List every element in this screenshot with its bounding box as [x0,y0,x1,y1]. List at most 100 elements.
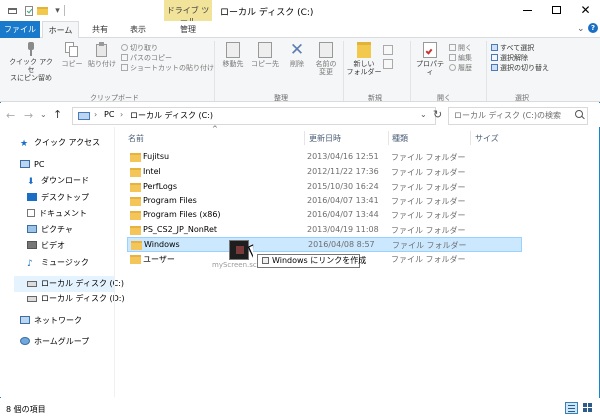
tab-manage[interactable]: 管理 [166,21,210,38]
pin-icon [26,42,36,56]
paste-icon [95,42,109,58]
picture-icon [27,225,37,233]
ribbon-expand-icon[interactable]: ⌄ [577,24,585,34]
edit-icon [449,54,456,61]
select-all-label: すべて選択 [500,44,535,52]
copy-to-button[interactable]: コピー先 [250,42,280,68]
properties-button[interactable]: プロパティ [414,42,446,76]
nav-item-pc[interactable]: PC [20,157,44,173]
column-header-name[interactable]: 名前 [128,133,144,144]
address-bar[interactable] [72,107,436,125]
folder-icon [130,183,141,192]
file-name: Fujitsu [143,152,170,161]
properties-quick-icon[interactable] [6,4,19,17]
tab-share[interactable]: 共有 [82,21,118,38]
file-date: 2012/11/22 17:36 [307,167,379,176]
nav-label: デスクトップ [41,193,89,202]
details-view-button[interactable] [565,402,578,414]
delete-button[interactable]: ✕ 削除 [283,42,311,69]
folder-icon [130,226,141,235]
help-icon[interactable]: ? [588,23,598,33]
nav-item-desktop[interactable]: デスクトップ [27,190,89,206]
open-button[interactable]: 開く [449,43,472,53]
recent-locations-chevron-icon[interactable]: ⌄ [40,110,47,119]
new-folder-icon [357,42,371,58]
search-icon[interactable] [575,110,583,118]
file-row-program-files-x86[interactable]: Program Files (x86) 2016/04/07 13:44 ファイ… [127,208,522,223]
nav-label: ホームグループ [34,337,90,346]
large-icons-view-button[interactable] [581,402,594,414]
rename-button[interactable]: 名前の 変更 [312,42,340,76]
up-arrow-icon[interactable]: ↑ [53,108,62,121]
column-divider[interactable] [388,131,389,145]
nav-item-drive-c[interactable]: ローカル ディスク (C:) [27,276,124,292]
edit-button[interactable]: 編集 [449,53,472,63]
nav-pane-divider[interactable] [114,127,115,397]
back-arrow-icon[interactable]: ← [6,109,15,122]
file-row-windows[interactable]: Windows 2016/04/08 8:57 ファイル フォルダー [127,237,522,252]
paste-button[interactable]: 貼り付け [86,42,118,68]
file-row-intel[interactable]: Intel 2012/11/22 17:36 ファイル フォルダー [127,165,522,180]
file-row-fujitsu[interactable]: Fujitsu 2013/04/16 12:51 ファイル フォルダー [127,150,522,165]
nav-item-documents[interactable]: ドキュメント [27,206,87,222]
paste-shortcut-button[interactable]: ショートカットの貼り付け [121,63,214,73]
column-header-size[interactable]: サイズ [475,133,499,144]
invert-selection-button[interactable]: 選択の切り替え [491,63,549,73]
nav-item-music[interactable]: ♪ ミュージック [27,255,89,271]
nav-label: ドキュメント [39,209,87,218]
forward-arrow-icon[interactable]: → [24,109,33,122]
ribbon-separator [214,41,215,101]
file-row-ps-cs2[interactable]: PS_CS2_JP_NonRet 2013/04/19 11:08 ファイル フ… [127,223,522,238]
tab-file[interactable]: ファイル [0,21,40,38]
column-divider[interactable] [304,131,305,145]
file-date: 2015/10/30 16:24 [307,182,379,191]
address-dropdown-icon[interactable]: ⌄ [420,110,427,119]
file-type: ファイル フォルダー [391,168,466,177]
folder-icon [130,255,141,264]
column-divider[interactable] [470,131,471,145]
file-row-program-files[interactable]: Program Files 2016/04/07 13:41 ファイル フォルダ… [127,194,522,209]
customize-toolbar-icon[interactable]: ▾ [51,4,64,17]
nav-label: ミュージック [41,258,89,267]
open-label: 開く [458,44,472,52]
nav-item-drive-d[interactable]: ローカル ディスク (D:) [27,291,125,307]
file-row-perflogs[interactable]: PerfLogs 2015/10/30 16:24 ファイル フォルダー [127,180,522,195]
copy-path-button[interactable]: パスのコピー [121,53,214,63]
nav-item-videos[interactable]: ビデオ [27,238,65,254]
new-folder-quick-icon[interactable] [36,4,49,17]
nav-item-pictures[interactable]: ピクチャ [27,222,73,238]
cut-label: 切り取り [130,44,158,52]
breadcrumb-pc[interactable]: PC [104,110,114,119]
column-header-date[interactable]: 更新日時 [309,133,341,144]
nav-item-downloads[interactable]: ⬇ ダウンロード [27,173,89,189]
minimize-button[interactable] [513,0,542,20]
column-header-type[interactable]: 種類 [392,133,408,144]
file-type: ファイル フォルダー [392,241,467,250]
pin-quick-access-button[interactable]: クイック アクセ スにピン留め [6,42,56,82]
history-button[interactable]: 履歴 [449,63,472,73]
tab-home[interactable]: ホーム [42,21,79,39]
checkmark-document-icon[interactable] [22,4,35,17]
new-item-icon[interactable] [383,45,393,55]
move-to-button[interactable]: 移動先 [218,42,248,68]
close-button[interactable]: ✕ [571,0,600,20]
select-none-button[interactable]: 選択解除 [491,53,549,63]
cut-button[interactable]: 切り取り [121,43,214,53]
new-folder-button[interactable]: 新しい フォルダー [346,42,382,76]
nav-item-network[interactable]: ネットワーク [20,313,82,329]
organize-group-label: 整理 [274,94,288,102]
tab-view[interactable]: 表示 [120,21,156,38]
rename-icon [319,42,333,58]
maximize-button[interactable] [542,0,571,20]
file-type: ファイル フォルダー [391,183,466,192]
refresh-icon[interactable]: ↻ [433,108,442,121]
nav-item-homegroup[interactable]: ホームグループ [20,334,89,350]
nav-item-quick-access[interactable]: ★ クイック アクセス [20,135,100,151]
copy-button[interactable]: コピー [58,42,86,68]
easy-access-icon[interactable] [383,59,393,69]
nav-label: ローカル ディスク (D:) [41,294,125,303]
breadcrumb-drive[interactable]: ローカル ディスク (C:) [130,110,213,121]
folder-icon [130,211,141,220]
select-all-button[interactable]: すべて選択 [491,43,549,53]
dragged-file-icon [229,240,249,260]
